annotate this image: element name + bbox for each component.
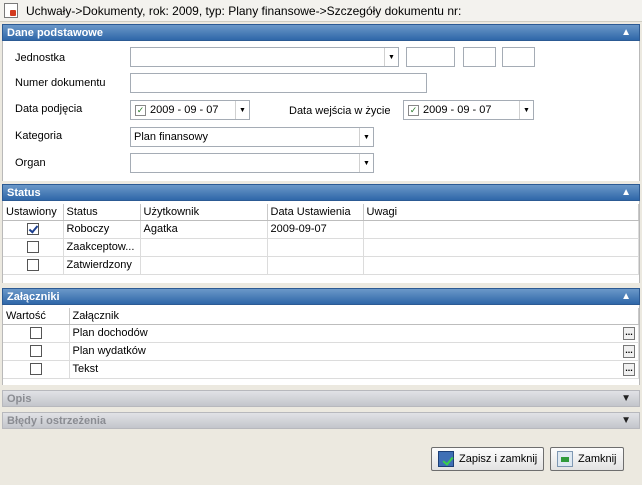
jednostka-extra-field-2[interactable]	[463, 47, 496, 67]
ellipsis-button[interactable]: ...	[623, 344, 635, 358]
data-podjecia-label: Data podjęcia	[15, 103, 83, 115]
user-cell	[140, 238, 268, 257]
zalaczniki-table: Wartość Załącznik Plan dochodów ... Plan…	[3, 308, 639, 379]
note-cell	[363, 256, 639, 275]
section-header-zalaczniki[interactable]: Załączniki ▲︎	[2, 288, 640, 305]
table-row[interactable]: Plan dochodów ...	[3, 324, 639, 343]
note-cell	[363, 238, 639, 257]
collapse-icon[interactable]: ▲︎	[621, 26, 631, 40]
section-header-opis[interactable]: Opis ▼︎	[2, 390, 640, 407]
table-row[interactable]: Plan wydatków ...	[3, 342, 639, 361]
ustawiony-checkbox[interactable]	[26, 223, 39, 236]
column-header[interactable]: Użytkownik	[140, 204, 268, 221]
table-row[interactable]: Tekst ...	[3, 360, 639, 379]
column-header[interactable]: Załącznik	[69, 308, 639, 325]
save-and-close-label: Zapisz i zamknij	[459, 453, 538, 465]
data-wejscia-value: 2009 - 09 - 07	[423, 104, 492, 116]
window-title: Uchwały->Dokumenty, rok: 2009, typ: Plan…	[26, 3, 462, 18]
date-cell: 2009-09-07	[267, 220, 364, 239]
dropdown-arrow-icon[interactable]: ▼	[519, 101, 533, 119]
jednostka-label: Jednostka	[15, 52, 66, 64]
attachment-name: Plan dochodów	[72, 327, 148, 339]
jednostka-extra-field-1[interactable]	[406, 47, 455, 67]
status-cell: Zatwierdzony	[63, 256, 141, 275]
status-table: Ustawiony Status Użytkownik Data Ustawie…	[3, 204, 639, 275]
zalaczniki-table-header: Wartość Załącznik	[3, 308, 639, 325]
organ-label: Organ	[15, 157, 46, 169]
table-row[interactable]: Zaakceptow...	[3, 238, 639, 257]
table-row[interactable]: Roboczy Agatka 2009-09-07	[3, 220, 639, 239]
section-header-status[interactable]: Status ▲︎	[2, 184, 640, 201]
status-panel: Ustawiony Status Użytkownik Data Ustawie…	[2, 201, 640, 283]
data-wejscia-label: Data wejścia w życie	[289, 105, 391, 117]
data-wejscia-checkbox[interactable]: ✓	[408, 105, 419, 116]
column-header[interactable]: Status	[63, 204, 141, 221]
wartosc-checkbox[interactable]	[29, 345, 42, 358]
attachment-name: Plan wydatków	[72, 345, 146, 357]
column-header[interactable]: Wartość	[3, 308, 70, 325]
organ-combo[interactable]: ▼	[130, 153, 374, 173]
user-cell	[140, 256, 268, 275]
dropdown-arrow-icon[interactable]: ▼	[235, 101, 249, 119]
numer-label: Numer dokumentu	[15, 77, 106, 89]
window-titlebar: Uchwały->Dokumenty, rok: 2009, typ: Plan…	[0, 0, 642, 22]
ustawiony-checkbox[interactable]	[26, 259, 39, 272]
status-cell: Roboczy	[63, 220, 141, 239]
close-label: Zamknij	[578, 453, 617, 465]
dane-panel: Jednostka ▼ Numer dokumentu Data podjęci…	[2, 41, 640, 181]
data-wejscia-picker[interactable]: ✓ 2009 - 09 - 07 ▼	[403, 100, 534, 120]
jednostka-extra-field-3[interactable]	[502, 47, 535, 67]
collapse-icon[interactable]: ▲︎	[621, 186, 631, 200]
dropdown-arrow-icon[interactable]: ▼	[384, 48, 398, 66]
section-title-bledy: Błędy i ostrzeżenia	[7, 414, 107, 427]
expand-icon[interactable]: ▼︎	[621, 392, 631, 406]
note-cell	[363, 220, 639, 239]
wartosc-checkbox[interactable]	[29, 327, 42, 340]
expand-icon[interactable]: ▼︎	[621, 414, 631, 428]
document-icon	[4, 3, 18, 18]
save-icon	[438, 451, 454, 467]
section-header-bledy[interactable]: Błędy i ostrzeżenia ▼︎	[2, 412, 640, 429]
dropdown-arrow-icon[interactable]: ▼	[359, 154, 373, 172]
column-header[interactable]: Ustawiony	[3, 204, 64, 221]
data-podjecia-value: 2009 - 09 - 07	[150, 104, 219, 116]
zalaczniki-panel: Wartość Załącznik Plan dochodów ... Plan…	[2, 305, 640, 385]
wartosc-checkbox[interactable]	[29, 363, 42, 376]
kategoria-value: Plan finansowy	[134, 131, 208, 143]
data-podjecia-checkbox[interactable]: ✓	[135, 105, 146, 116]
status-cell: Zaakceptow...	[63, 238, 141, 257]
status-table-header: Ustawiony Status Użytkownik Data Ustawie…	[3, 204, 639, 221]
user-cell: Agatka	[140, 220, 268, 239]
collapse-icon[interactable]: ▲︎	[621, 290, 631, 304]
exit-icon	[557, 451, 573, 467]
attachment-name: Tekst	[72, 363, 99, 375]
date-cell	[267, 238, 364, 257]
dropdown-arrow-icon[interactable]: ▼	[359, 128, 373, 146]
column-header[interactable]: Uwagi	[363, 204, 639, 221]
save-and-close-button[interactable]: Zapisz i zamknij	[431, 447, 545, 471]
kategoria-label: Kategoria	[15, 130, 63, 142]
date-cell	[267, 256, 364, 275]
ellipsis-button[interactable]: ...	[623, 326, 635, 340]
section-title-status: Status	[7, 186, 41, 199]
table-row[interactable]: Zatwierdzony	[3, 256, 639, 275]
ellipsis-button[interactable]: ...	[623, 362, 635, 376]
section-title-opis: Opis	[7, 392, 32, 405]
column-header[interactable]: Data Ustawienia	[267, 204, 364, 221]
section-title-dane: Dane podstawowe	[7, 26, 103, 39]
ustawiony-checkbox[interactable]	[26, 241, 39, 254]
close-button[interactable]: Zamknij	[550, 447, 624, 471]
section-header-dane[interactable]: Dane podstawowe ▲︎	[2, 24, 640, 41]
kategoria-combo[interactable]: Plan finansowy ▼	[130, 127, 374, 147]
numer-dokumentu-input[interactable]	[130, 73, 427, 93]
jednostka-combo[interactable]: ▼	[130, 47, 399, 67]
section-title-zalaczniki: Załączniki	[7, 290, 60, 303]
data-podjecia-picker[interactable]: ✓ 2009 - 09 - 07 ▼	[130, 100, 250, 120]
